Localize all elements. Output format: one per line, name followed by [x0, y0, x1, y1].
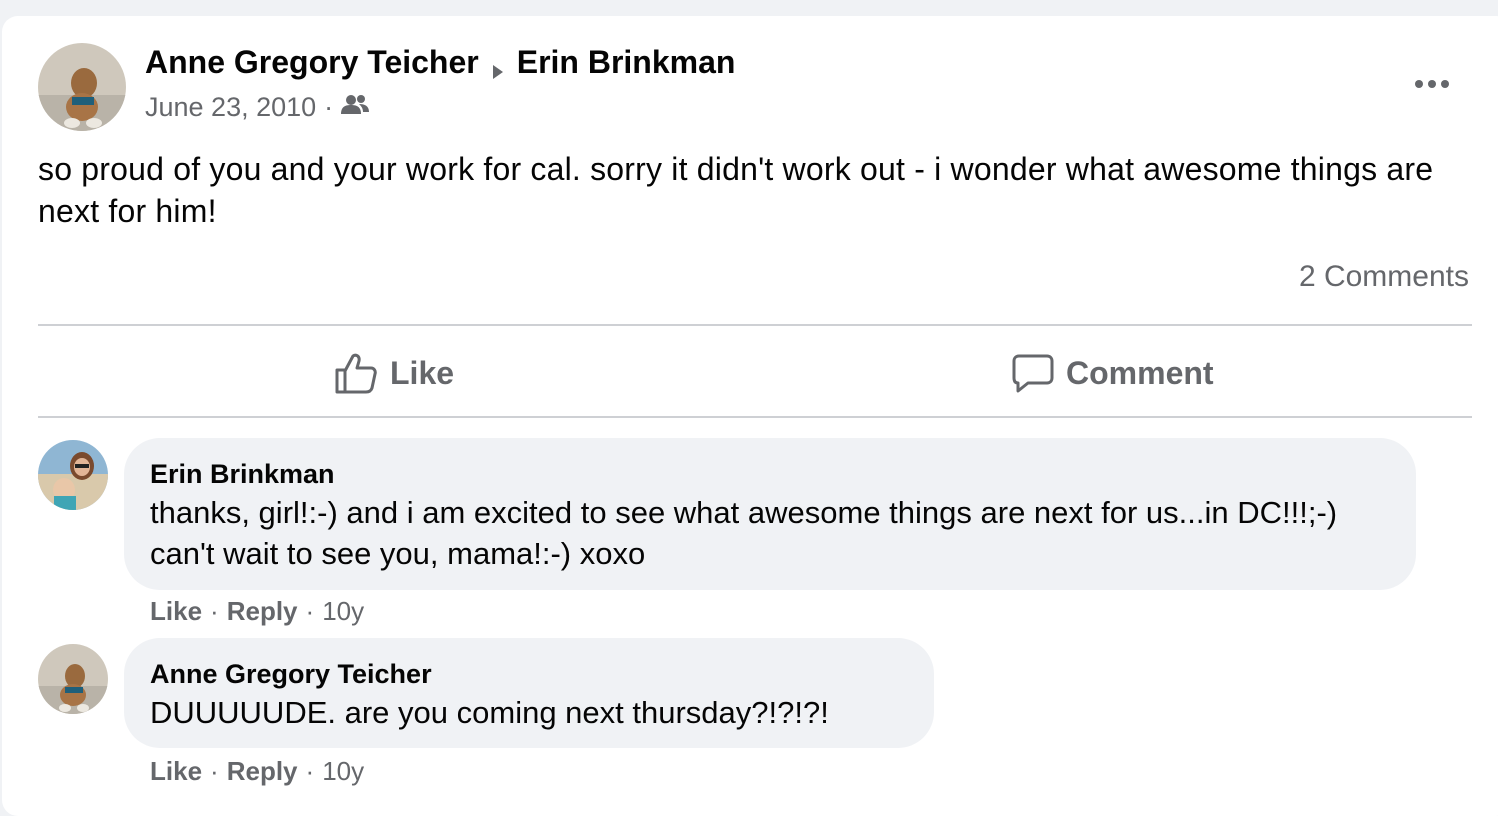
more-options-icon[interactable]: [1410, 72, 1454, 96]
divider: [38, 416, 1472, 418]
comment-text: thanks, girl!:-) and i am excited to see…: [150, 495, 1338, 571]
comment-like-link[interactable]: Like: [150, 596, 202, 627]
commenter-avatar[interactable]: [38, 644, 108, 714]
separator: ·: [305, 756, 315, 786]
author-avatar[interactable]: [38, 43, 126, 131]
post-card: Anne Gregory Teicher Erin Brinkman June …: [2, 16, 1498, 816]
comment-text: DUUUUUDE. are you coming next thursday?!…: [150, 695, 829, 730]
post-date[interactable]: June 23, 2010: [145, 92, 316, 123]
comments-count[interactable]: 2 Comments: [1299, 260, 1469, 294]
comment-icon: [1012, 354, 1054, 393]
separator: ·: [305, 596, 315, 626]
comment-time[interactable]: 10y: [322, 756, 364, 787]
comment-label: Comment: [1066, 354, 1214, 391]
comment-reply-link[interactable]: Reply: [227, 756, 298, 787]
like-label: Like: [390, 354, 455, 391]
post-header: Anne Gregory Teicher Erin Brinkman: [145, 44, 735, 81]
comment-bubble: Erin Brinkman thanks, girl!:-) and i am …: [124, 438, 1416, 590]
like-button[interactable]: Like: [334, 338, 454, 408]
separator: ·: [210, 756, 219, 786]
comment-like-link[interactable]: Like: [150, 756, 202, 787]
comment-bubble: Anne Gregory Teicher DUUUUUDE. are you c…: [124, 638, 934, 748]
post-recipient-name[interactable]: Erin Brinkman: [517, 44, 736, 81]
comment-actions: Like · Reply · 10y: [150, 756, 364, 787]
dog-photo: [38, 43, 126, 131]
comment-reply-link[interactable]: Reply: [227, 596, 298, 627]
post-author-name[interactable]: Anne Gregory Teicher: [145, 44, 479, 81]
comment-author[interactable]: Anne Gregory Teicher: [150, 658, 908, 690]
divider: [38, 324, 1472, 326]
commenter-avatar[interactable]: [38, 440, 108, 510]
meta-separator: ·: [324, 92, 334, 122]
comment-button[interactable]: Comment: [1012, 338, 1214, 408]
comment-actions: Like · Reply · 10y: [150, 596, 364, 627]
arrow-right-icon: [491, 53, 505, 79]
dog-photo: [38, 644, 108, 714]
comment-time[interactable]: 10y: [322, 596, 364, 627]
beach-photo: [38, 440, 108, 510]
post-body: so proud of you and your work for cal. s…: [38, 151, 1434, 229]
thumbs-up-icon: [335, 353, 377, 394]
separator: ·: [210, 596, 219, 626]
friends-icon[interactable]: [341, 92, 370, 123]
comment-author[interactable]: Erin Brinkman: [150, 458, 1390, 490]
post-meta: June 23, 2010 ·: [145, 92, 370, 123]
